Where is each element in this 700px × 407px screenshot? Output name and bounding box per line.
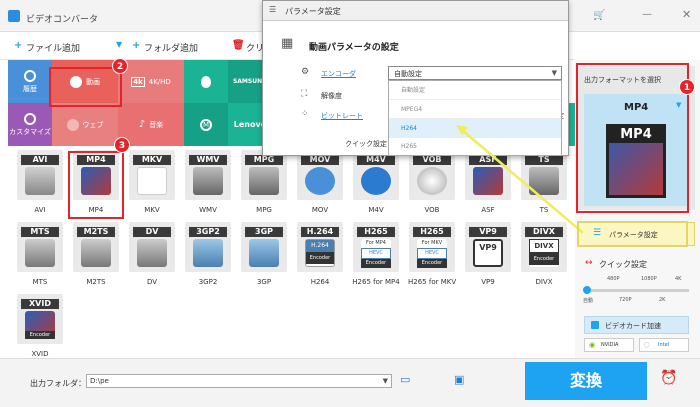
highlight-param-button [577, 221, 688, 247]
step-badge-2: 2 [112, 58, 128, 74]
highlight-video-tab [49, 67, 122, 107]
highlight-mp4-format [68, 151, 124, 219]
step-badge-3: 3 [114, 137, 130, 153]
step-badge-1: 1 [679, 79, 695, 95]
highlight-output-format [576, 63, 689, 213]
